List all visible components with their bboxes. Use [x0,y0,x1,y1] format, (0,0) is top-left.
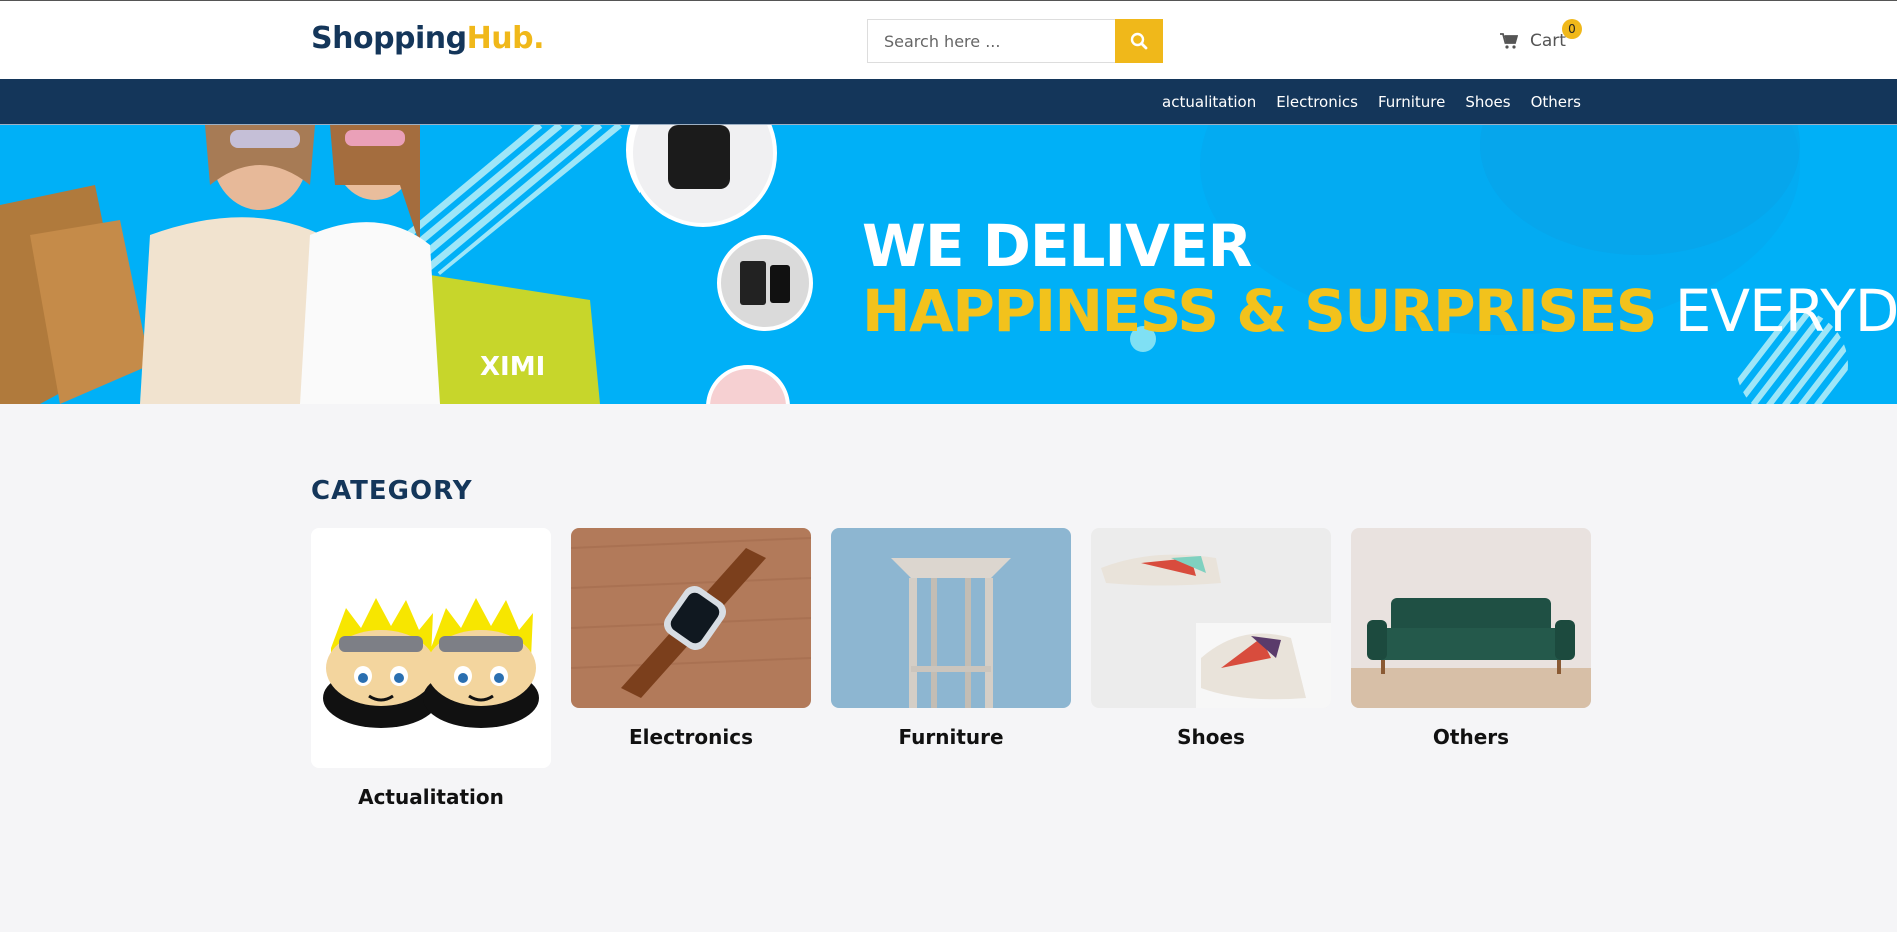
search-button[interactable] [1115,19,1163,63]
category-card-actualitation[interactable]: Actualitation [311,528,551,809]
cart-label: Cart [1530,31,1566,51]
logo[interactable]: ShoppingHub. [311,21,544,56]
category-card-furniture[interactable]: Furniture [831,528,1071,809]
category-label: Electronics [629,725,753,749]
banner-photo: XIMI [0,125,640,404]
logo-text-primary: Shopping [311,21,467,56]
site-header: ShoppingHub. Cart 0 [0,1,1897,79]
banner-headline-highlight: HAPPINESS & SURPRISES [862,277,1658,345]
cart-count-badge: 0 [1562,19,1582,39]
main-nav: actualitation Electronics Furniture Shoe… [0,79,1897,125]
banner-product-thumbs [629,125,813,404]
category-image-electronics [571,528,811,708]
category-card-shoes[interactable]: Shoes [1091,528,1331,809]
category-image-others [1351,528,1591,708]
nav-item-shoes[interactable]: Shoes [1465,93,1510,111]
category-list: Actualitation Electronics Furniture Shoe… [311,528,1591,809]
banner-headline-line1: WE DELIVER [862,212,1252,280]
nav-item-electronics[interactable]: Electronics [1276,93,1358,111]
hero-banner: XIMI WE DELIVER HAPPINESS & SURPRISES EV… [0,125,1897,404]
category-title: CATEGORY [311,476,473,506]
nav-item-furniture[interactable]: Furniture [1378,93,1445,111]
banner-headline-line2: HAPPINESS & SURPRISES EVERYDAY [862,282,1897,340]
category-card-others[interactable]: Others [1351,528,1591,809]
search-icon [1130,32,1148,50]
category-label: Furniture [898,725,1004,749]
category-label: Others [1432,725,1510,749]
category-image-actualitation [311,528,551,768]
category-label: Shoes [1177,725,1245,749]
category-image-shoes [1091,528,1331,708]
nav-item-others[interactable]: Others [1531,93,1581,111]
category-image-furniture [831,528,1071,708]
search-input[interactable] [867,19,1115,63]
cart-icon [1500,33,1518,49]
search-bar [867,19,1163,63]
category-label: Actualitation [358,785,504,809]
bag-brand-text: XIMI [480,352,545,382]
category-card-electronics[interactable]: Electronics [571,528,811,809]
logo-text-accent: Hub. [466,21,545,56]
nav-item-actualitation[interactable]: actualitation [1162,93,1256,111]
banner-headline-rest: EVERYDAY [1674,277,1897,345]
cart-button[interactable]: Cart [1500,31,1566,51]
